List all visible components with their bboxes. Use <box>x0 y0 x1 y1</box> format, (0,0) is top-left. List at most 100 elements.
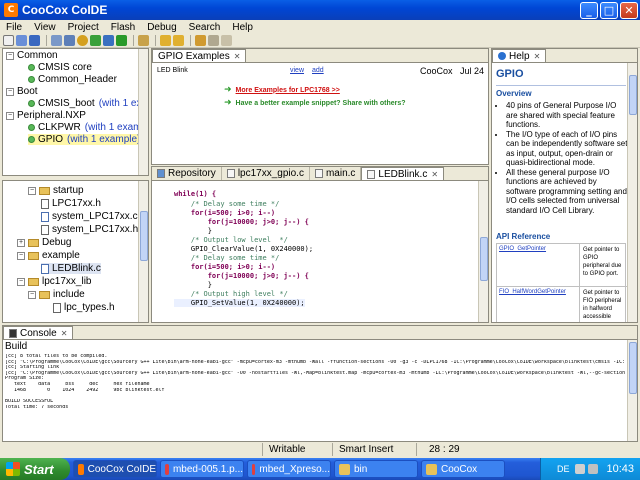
tree-item-cmsis-boot[interactable]: CMSIS_boot (with 1 example) <box>28 98 148 109</box>
project-scrollbar[interactable] <box>138 181 148 322</box>
tab-console[interactable]: Console ✕ <box>3 326 74 339</box>
tray-icon[interactable] <box>588 464 599 474</box>
maximize-button[interactable]: □ <box>600 1 618 19</box>
taskbar: Start CooCox CoIDE mbed-005.1.p... mbed_… <box>0 458 640 480</box>
save-icon[interactable] <box>16 35 27 46</box>
task-mbed-005[interactable]: mbed-005.1.p... <box>160 460 244 478</box>
last-edit-icon[interactable] <box>195 35 206 46</box>
task-mbed-xpresso[interactable]: mbed_Xpreso... <box>247 460 331 478</box>
tree-group-common[interactable]: − Common <box>6 50 58 61</box>
collapse-icon[interactable]: − <box>6 111 14 120</box>
new-file-icon[interactable] <box>3 35 14 46</box>
tab-ledblink-c[interactable]: LEDBlink.c ✕ <box>361 167 445 180</box>
header-file-icon <box>41 198 49 209</box>
view-link[interactable]: view <box>290 67 304 74</box>
tree-file-lpc-types-h[interactable]: lpc_types.h <box>53 302 115 313</box>
tree-file-lpc17xx-h[interactable]: LPC17xx.h <box>41 198 101 209</box>
tab-help[interactable]: Help ✕ <box>492 49 547 62</box>
console-scrollbar[interactable] <box>627 340 637 441</box>
component-selected-icon <box>28 124 35 131</box>
build-icon[interactable] <box>51 35 62 46</box>
tree-item-cmsis-core[interactable]: CMSIS core <box>28 62 92 73</box>
tree-folder-startup[interactable]: − startup <box>28 185 84 196</box>
close-tab-icon[interactable]: ✕ <box>61 329 68 338</box>
expand-icon[interactable]: + <box>17 238 25 247</box>
help-scrollbar[interactable] <box>627 63 637 322</box>
tab-gpio-examples[interactable]: GPIO Examples ✕ <box>152 49 247 62</box>
tree-item-common-header[interactable]: Common_Header <box>28 74 117 85</box>
collapse-icon[interactable]: − <box>28 186 36 195</box>
tab-label: Console <box>20 327 57 339</box>
tree-folder-debug[interactable]: + Debug <box>17 237 71 248</box>
flash-icon[interactable] <box>103 35 114 46</box>
menu-flash[interactable]: Flash <box>105 22 141 33</box>
code-line: } <box>174 281 212 289</box>
add-link[interactable]: add <box>312 67 324 74</box>
api-name[interactable]: FIO_HalfWordGetPointer <box>499 289 566 295</box>
language-indicator[interactable]: DE <box>557 464 570 474</box>
scroll-thumb[interactable] <box>480 237 488 281</box>
rebuild-icon[interactable] <box>64 35 75 46</box>
task-label: bin <box>354 463 368 475</box>
close-tab-icon[interactable]: ✕ <box>234 52 241 61</box>
tree-file-system-lpc17xx-h[interactable]: system_LPC17xx.h <box>41 224 138 235</box>
tree-group-boot[interactable]: − Boot <box>6 86 38 97</box>
share-link[interactable]: Have a better example snippet? Share wit… <box>236 100 406 107</box>
collapse-icon[interactable]: − <box>17 251 25 260</box>
menu-view[interactable]: View <box>28 22 62 33</box>
close-button[interactable]: ✕ <box>620 1 638 19</box>
c-file-icon <box>314 169 323 178</box>
back-icon[interactable] <box>208 35 219 46</box>
save-all-icon[interactable] <box>29 35 40 46</box>
collapse-icon[interactable]: − <box>17 277 25 286</box>
menu-search[interactable]: Search <box>183 22 227 33</box>
forward-icon[interactable] <box>221 35 232 46</box>
toolbar-separator <box>46 35 47 46</box>
tree-folder-include[interactable]: − include <box>28 289 85 300</box>
collapse-icon[interactable]: − <box>6 51 14 60</box>
tree-file-ledblink-c[interactable]: LEDBlink.c <box>41 263 101 274</box>
scroll-thumb[interactable] <box>629 75 637 115</box>
close-tab-icon[interactable]: ✕ <box>431 170 438 179</box>
tree-file-system-lpc17xx-c[interactable]: system_LPC17xx.c <box>41 211 138 222</box>
tree-item-gpio[interactable]: GPIO (with 1 example) <box>28 134 141 145</box>
scroll-thumb[interactable] <box>629 342 637 394</box>
menu-help[interactable]: Help <box>226 22 259 33</box>
status-insert-mode: Smart Insert <box>332 443 414 456</box>
task-bin[interactable]: bin <box>334 460 418 478</box>
task-coocox-folder[interactable]: CooCox <box>421 460 505 478</box>
next-annotation-icon[interactable] <box>160 35 171 46</box>
start-button[interactable]: Start <box>0 458 70 480</box>
menu-debug[interactable]: Debug <box>141 22 182 33</box>
scroll-thumb[interactable] <box>140 211 148 261</box>
menu-project[interactable]: Project <box>62 22 105 33</box>
task-coocox-coide[interactable]: CooCox CoIDE <box>73 460 157 478</box>
menu-file[interactable]: File <box>0 22 28 33</box>
download-icon[interactable] <box>90 35 101 46</box>
tree-folder-example[interactable]: − example <box>17 250 80 261</box>
minimize-button[interactable]: _ <box>580 1 598 19</box>
collapse-icon[interactable]: − <box>28 290 36 299</box>
tree-item-clkpwr[interactable]: CLKPWR (with 1 example) <box>28 122 148 133</box>
more-examples-link[interactable]: More Examples for LPC1768 >> <box>236 87 340 94</box>
configure-icon[interactable] <box>77 35 88 46</box>
tray-icon[interactable] <box>575 464 586 474</box>
example-count[interactable]: (with 1 example) <box>67 134 140 145</box>
components-scrollbar[interactable] <box>138 49 148 175</box>
api-name[interactable]: GPIO_GetPointer <box>499 246 546 252</box>
debug-icon[interactable] <box>116 35 127 46</box>
wand-icon[interactable] <box>138 35 149 46</box>
close-tab-icon[interactable]: ✕ <box>534 52 541 61</box>
tab-main-c[interactable]: main.c <box>310 167 362 180</box>
tab-lpc17xx-gpio-c[interactable]: lpc17xx_gpio.c <box>222 167 310 180</box>
task-label: mbed-005.1.p... <box>172 463 243 475</box>
collapse-icon[interactable]: − <box>6 87 14 96</box>
tree-group-peripheral-nxp[interactable]: − Peripheral.NXP <box>6 110 86 121</box>
tree-folder-lpc17xx-lib[interactable]: − lpc17xx_lib <box>17 276 91 287</box>
arrow-icon: ➜ <box>224 85 232 95</box>
code-area[interactable]: while(1) { /* Delay some time */ for(i=5… <box>152 182 478 322</box>
tab-repository[interactable]: Repository <box>152 167 222 180</box>
editor-scrollbar[interactable] <box>478 181 488 322</box>
prev-annotation-icon[interactable] <box>173 35 184 46</box>
console-output[interactable]: [cc] 8 total files to be compiled. [cc] … <box>5 354 625 440</box>
